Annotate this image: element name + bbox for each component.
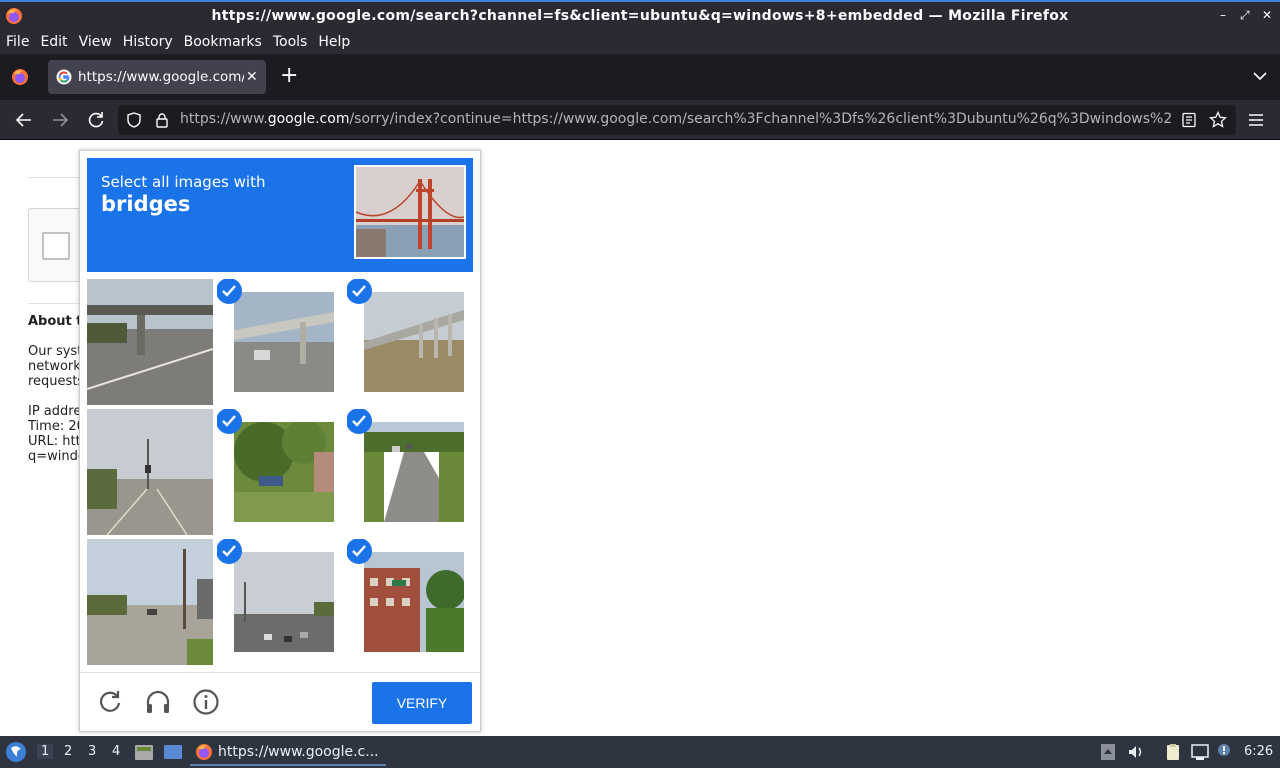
challenge-target: bridges bbox=[101, 192, 191, 216]
url-domain: google.com bbox=[267, 111, 350, 127]
taskbar-task-title: https://www.google.c... bbox=[218, 743, 379, 760]
recaptcha-challenge: Select all images with bridges VERIFY bbox=[79, 150, 481, 732]
challenge-header: Select all images with bridges bbox=[87, 158, 473, 272]
reload-icon[interactable] bbox=[86, 110, 106, 130]
image-tile-selected[interactable] bbox=[217, 409, 343, 535]
image-tile[interactable] bbox=[87, 279, 213, 405]
url-text[interactable]: https://www.google.com/sorry/index?conti… bbox=[180, 111, 1172, 127]
taskbar-task-firefox[interactable]: https://www.google.c... bbox=[190, 739, 386, 766]
google-favicon-icon bbox=[56, 69, 72, 85]
menu-bar: File Edit View History Bookmarks Tools H… bbox=[0, 30, 1280, 54]
notification-icon[interactable] bbox=[1214, 743, 1234, 761]
image-tile-selected[interactable] bbox=[217, 279, 343, 405]
tab-active[interactable]: https://www.google.com/ ✕ bbox=[48, 60, 266, 94]
verify-button[interactable]: VERIFY bbox=[372, 682, 472, 724]
navigation-bar: https://www.google.com/sorry/index?conti… bbox=[0, 100, 1280, 140]
volume-icon[interactable] bbox=[1126, 743, 1146, 761]
about-line: requests bbox=[28, 374, 80, 389]
taskbar: 1 2 3 4 https://www.google.c... 6:26 bbox=[0, 736, 1280, 768]
about-line: network. bbox=[28, 359, 80, 374]
info-line: Time: 20 bbox=[28, 419, 80, 434]
image-tile-selected[interactable] bbox=[347, 539, 473, 665]
image-grid bbox=[87, 279, 473, 665]
image-tile-selected[interactable] bbox=[217, 539, 343, 665]
chevron-down-icon[interactable] bbox=[1252, 68, 1268, 84]
firefox-icon bbox=[196, 743, 212, 760]
url-rest: /sorry/index?continue=https://www.google… bbox=[349, 111, 1172, 127]
tray-updates-icon[interactable] bbox=[1098, 743, 1118, 761]
tab-close-button[interactable]: ✕ bbox=[246, 69, 258, 85]
window-titlebar: https://www.google.com/search?channel=fs… bbox=[0, 0, 1280, 30]
golden-gate-bridge-image bbox=[356, 167, 464, 257]
minimize-button[interactable]: – bbox=[1220, 8, 1226, 22]
image-tile-selected[interactable] bbox=[347, 409, 473, 535]
network-icon[interactable] bbox=[1190, 743, 1210, 761]
challenge-footer: VERIFY bbox=[80, 672, 480, 732]
hamburger-menu-icon[interactable] bbox=[1247, 111, 1265, 129]
sample-image bbox=[354, 165, 466, 259]
about-heading: About th bbox=[28, 314, 80, 329]
shield-icon[interactable] bbox=[126, 112, 142, 128]
info-line: IP addres bbox=[28, 404, 80, 419]
info-line: URL: http bbox=[28, 434, 80, 449]
firefox-view-icon[interactable] bbox=[10, 67, 30, 87]
reader-view-icon[interactable] bbox=[1181, 112, 1197, 128]
firefox-logo-icon bbox=[6, 8, 22, 24]
close-window-button[interactable]: ✕ bbox=[1262, 8, 1272, 22]
menu-edit[interactable]: Edit bbox=[40, 34, 67, 50]
tile-image bbox=[87, 279, 213, 405]
recaptcha-checkbox[interactable] bbox=[42, 232, 70, 260]
tile-image bbox=[234, 422, 334, 522]
url-bar[interactable]: https://www.google.com/sorry/index?conti… bbox=[118, 105, 1236, 135]
tile-image bbox=[234, 552, 334, 652]
workspace-3[interactable]: 3 bbox=[88, 744, 96, 759]
menu-file[interactable]: File bbox=[6, 34, 29, 50]
image-tile[interactable] bbox=[87, 409, 213, 535]
info-line: q=window bbox=[28, 449, 80, 464]
info-icon[interactable] bbox=[192, 688, 220, 716]
forward-arrow-icon[interactable] bbox=[50, 110, 70, 130]
image-tile-selected[interactable] bbox=[347, 279, 473, 405]
lock-icon[interactable] bbox=[154, 112, 170, 128]
tile-image bbox=[87, 539, 213, 665]
challenge-instruction: Select all images with bbox=[101, 173, 266, 191]
menu-tools[interactable]: Tools bbox=[273, 34, 308, 50]
workspace-2[interactable]: 2 bbox=[64, 744, 72, 759]
menu-history[interactable]: History bbox=[123, 34, 173, 50]
tile-image bbox=[87, 409, 213, 535]
start-menu-icon[interactable] bbox=[5, 741, 27, 763]
menu-view[interactable]: View bbox=[79, 34, 112, 50]
bookmark-star-icon[interactable] bbox=[1209, 111, 1227, 129]
tab-strip: https://www.google.com/ ✕ + bbox=[0, 54, 1280, 100]
tile-image bbox=[364, 552, 464, 652]
desktop-icon[interactable] bbox=[163, 743, 183, 761]
clock: 6:26 bbox=[1244, 744, 1274, 759]
workspace-4[interactable]: 4 bbox=[112, 744, 120, 759]
about-line: Our syste bbox=[28, 344, 80, 359]
back-arrow-icon[interactable] bbox=[14, 110, 34, 130]
tab-title: https://www.google.com/ bbox=[78, 69, 244, 85]
maximize-button[interactable]: ⤢ bbox=[1240, 8, 1250, 23]
reload-challenge-icon[interactable] bbox=[96, 688, 124, 716]
clipboard-icon[interactable] bbox=[1163, 743, 1183, 761]
image-tile[interactable] bbox=[87, 539, 213, 665]
new-tab-button[interactable]: + bbox=[280, 64, 298, 88]
file-manager-icon[interactable] bbox=[134, 743, 154, 761]
tile-image bbox=[234, 292, 334, 392]
menu-bookmarks[interactable]: Bookmarks bbox=[184, 34, 262, 50]
tile-image bbox=[364, 292, 464, 392]
window-title: https://www.google.com/search?channel=fs… bbox=[211, 8, 1069, 24]
url-prefix: https://www. bbox=[180, 111, 268, 127]
workspace-1[interactable]: 1 bbox=[37, 744, 54, 759]
menu-help[interactable]: Help bbox=[318, 34, 350, 50]
tile-image bbox=[364, 422, 464, 522]
headphones-icon[interactable] bbox=[144, 688, 172, 716]
